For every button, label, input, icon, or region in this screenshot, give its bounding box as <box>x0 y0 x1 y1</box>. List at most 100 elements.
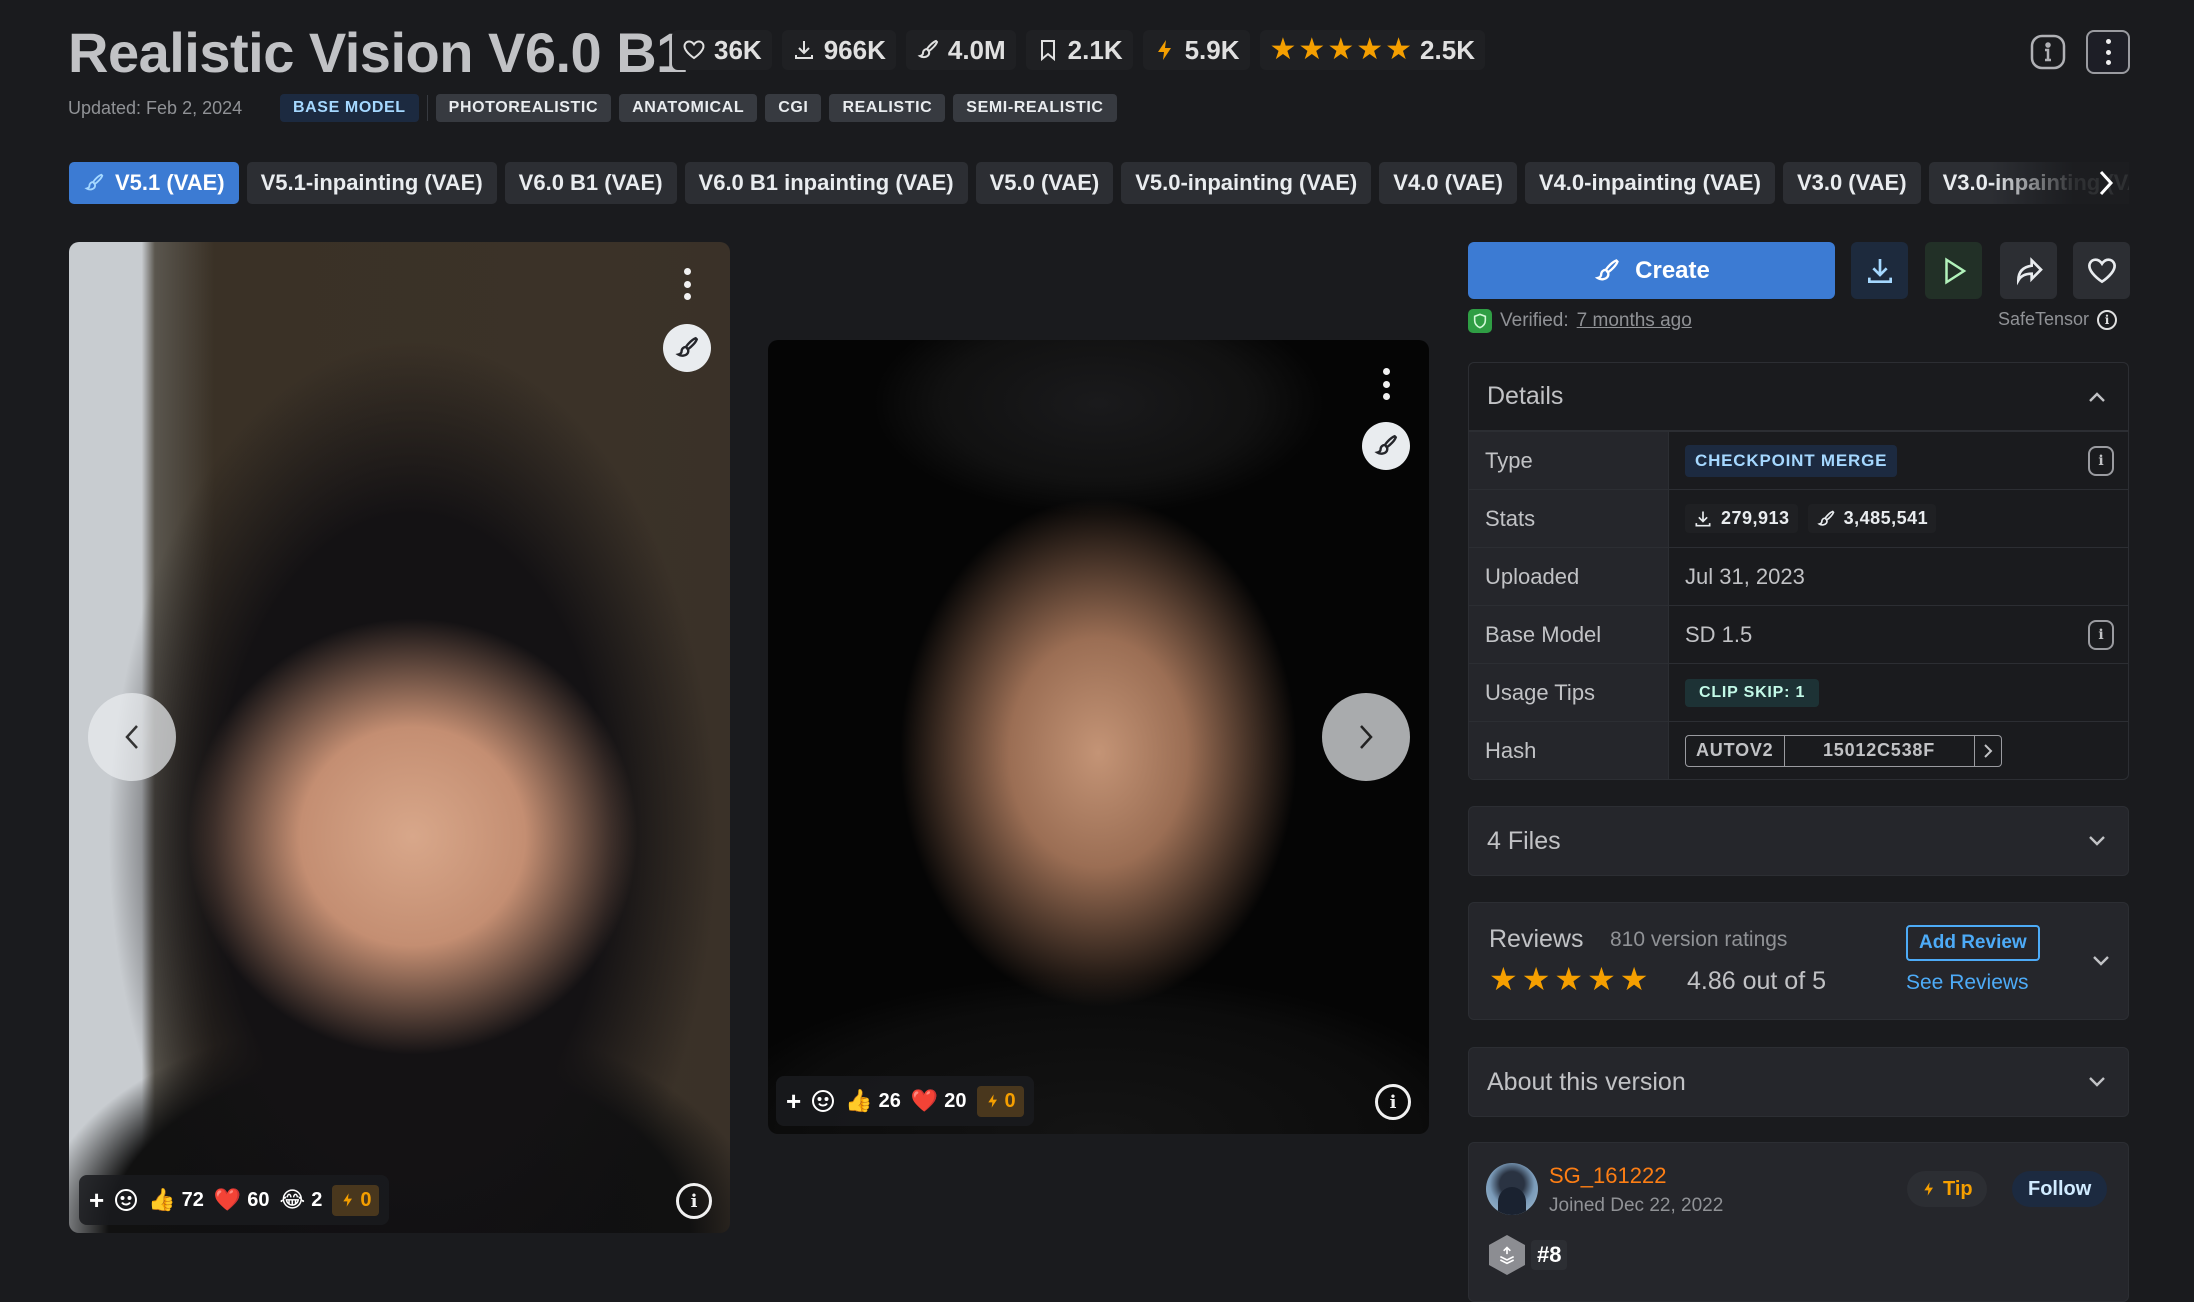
row-label: Stats <box>1469 490 1669 547</box>
rating-stat[interactable]: ★ ★ ★ ★ ★ 2.5K <box>1259 30 1485 70</box>
shield-check-icon <box>1468 309 1492 333</box>
version-tab[interactable]: V4.0-inpainting (VAE) <box>1524 162 1775 204</box>
reaction-like[interactable]: 👍 72 <box>148 1187 204 1213</box>
image-info-button[interactable]: i <box>676 1183 712 1219</box>
see-reviews-link[interactable]: See Reviews <box>1906 971 2029 995</box>
play-icon <box>1944 256 1966 285</box>
rank-number: #8 <box>1531 1240 1568 1270</box>
version-tabs: V5.1 (VAE) V5.1-inpainting (VAE) V6.0 B1… <box>69 162 2129 204</box>
share-button[interactable] <box>2000 242 2057 299</box>
info-icon[interactable]: i <box>2088 619 2114 650</box>
version-tab-active[interactable]: V5.1 (VAE) <box>69 162 239 204</box>
tag[interactable]: ANATOMICAL <box>619 94 758 122</box>
version-tab[interactable]: V6.0 B1 (VAE) <box>504 162 677 204</box>
version-tab[interactable]: V6.0 B1 inpainting (VAE) <box>684 162 968 204</box>
kebab-icon <box>2098 39 2118 65</box>
add-reaction-button[interactable]: + <box>89 1185 104 1216</box>
remix-button[interactable] <box>1362 422 1410 470</box>
hash-next-button[interactable] <box>1975 736 2001 766</box>
avatar[interactable] <box>1486 1163 1538 1215</box>
reaction-laugh[interactable]: 😂 2 <box>280 1187 323 1213</box>
run-button[interactable] <box>1925 242 1982 299</box>
rating-count: 2.5K <box>1420 34 1475 65</box>
gallery-prev-button[interactable] <box>88 693 176 781</box>
thumbs-up-icon: 👍 <box>845 1088 873 1113</box>
tag[interactable]: CGI <box>765 94 822 122</box>
hash-type[interactable]: AUTOV2 <box>1686 735 1785 766</box>
download-icon <box>794 41 813 59</box>
version-tab[interactable]: V3.0 (VAE) <box>1782 162 1921 204</box>
clip-skip-badge: CLIP SKIP: 1 <box>1685 678 1820 707</box>
version-tab[interactable]: V5.0 (VAE) <box>975 162 1114 204</box>
smiley-icon[interactable] <box>114 1188 138 1212</box>
star-icon: ★ <box>1385 33 1413 66</box>
info-button[interactable] <box>2026 30 2070 74</box>
smiley-icon[interactable] <box>811 1089 835 1113</box>
creator-name[interactable]: SG_161222 <box>1549 1163 1666 1189</box>
hash-field[interactable]: AUTOV2 15012C538F <box>1685 734 2002 767</box>
tag[interactable]: REALISTIC <box>829 94 946 122</box>
version-tab[interactable]: V5.0-inpainting (VAE) <box>1121 162 1372 204</box>
reaction-heart[interactable]: ❤️ 20 <box>911 1088 967 1114</box>
favorite-button[interactable] <box>2073 242 2130 299</box>
heart-count: 20 <box>944 1089 967 1112</box>
reaction-heart[interactable]: ❤️ 60 <box>214 1187 270 1213</box>
add-reaction-button[interactable]: + <box>786 1086 801 1117</box>
reaction-buzz[interactable]: 0 <box>332 1184 380 1216</box>
star-icon: ★ <box>1521 961 1551 997</box>
row-label: Type <box>1469 432 1669 489</box>
version-tab[interactable]: V5.1-inpainting (VAE) <box>246 162 497 204</box>
version-tab[interactable]: V4.0 (VAE) <box>1379 162 1517 204</box>
version-generations: 3,485,541 <box>1807 504 1937 533</box>
image-menu-button[interactable] <box>677 264 697 304</box>
tip-button[interactable]: Tip <box>1907 1171 1987 1207</box>
reaction-buzz[interactable]: 0 <box>976 1085 1024 1117</box>
likes-stat[interactable]: 36K <box>672 30 772 70</box>
heart-icon <box>683 40 705 60</box>
like-count: 72 <box>181 1188 204 1211</box>
bookmarks-count: 2.1K <box>1067 34 1123 65</box>
files-accordion[interactable]: 4 Files <box>1468 806 2129 876</box>
share-icon <box>2016 256 2043 285</box>
about-version-accordion[interactable]: About this version <box>1468 1047 2129 1117</box>
reviews-count: 810 version ratings <box>1610 928 1788 951</box>
create-button[interactable]: Create <box>1468 242 1835 299</box>
bookmark-icon <box>1040 40 1055 62</box>
info-icon[interactable]: i <box>2088 445 2114 476</box>
tabs-scroll-right-button[interactable] <box>2090 166 2122 200</box>
verified-time-link[interactable]: 7 months ago <box>1577 310 1692 332</box>
add-review-button[interactable]: Add Review <box>1906 925 2040 961</box>
downloads-value: 279,913 <box>1721 508 1790 528</box>
image-menu-button[interactable] <box>1376 364 1396 404</box>
details-header[interactable]: Details <box>1469 363 2128 431</box>
remix-button[interactable] <box>663 324 711 372</box>
reviews-score: 4.86 out of 5 <box>1687 967 1827 995</box>
info-icon <box>2030 34 2066 70</box>
hash-value[interactable]: 15012C538F <box>1785 735 1975 766</box>
details-title: Details <box>1487 382 1564 410</box>
tag[interactable]: SEMI-REALISTIC <box>953 94 1117 122</box>
gallery-next-button[interactable] <box>1322 693 1410 781</box>
download-button[interactable] <box>1851 242 1908 299</box>
heart-count: 60 <box>247 1188 270 1211</box>
buzz-stat[interactable]: 5.9K <box>1142 30 1250 70</box>
brush-icon <box>917 39 939 59</box>
uploaded-value: Jul 31, 2023 <box>1685 563 1805 589</box>
like-count: 26 <box>878 1089 901 1112</box>
tag-base-model[interactable]: BASE MODEL <box>280 94 419 122</box>
brush-icon <box>1594 258 1619 280</box>
bookmarks-stat[interactable]: 2.1K <box>1025 30 1133 70</box>
details-panel: Details Type CHECKPOINT MERGE i Stats 27… <box>1468 362 2129 780</box>
tag[interactable]: PHOTOREALISTIC <box>435 94 612 122</box>
reaction-like[interactable]: 👍 26 <box>845 1088 901 1114</box>
tag-divider <box>426 95 428 121</box>
reviews-expand-button[interactable] <box>2089 949 2113 973</box>
star-icon: ★ <box>1587 961 1616 997</box>
follow-button[interactable]: Follow <box>2012 1171 2108 1207</box>
image-info-button[interactable]: i <box>1375 1084 1411 1120</box>
brush-icon <box>675 336 699 357</box>
info-icon[interactable]: i <box>2097 309 2118 330</box>
verified-label: Verified: <box>1500 310 1569 331</box>
more-options-button[interactable] <box>2086 30 2130 74</box>
chevron-down-icon <box>2093 956 2109 966</box>
